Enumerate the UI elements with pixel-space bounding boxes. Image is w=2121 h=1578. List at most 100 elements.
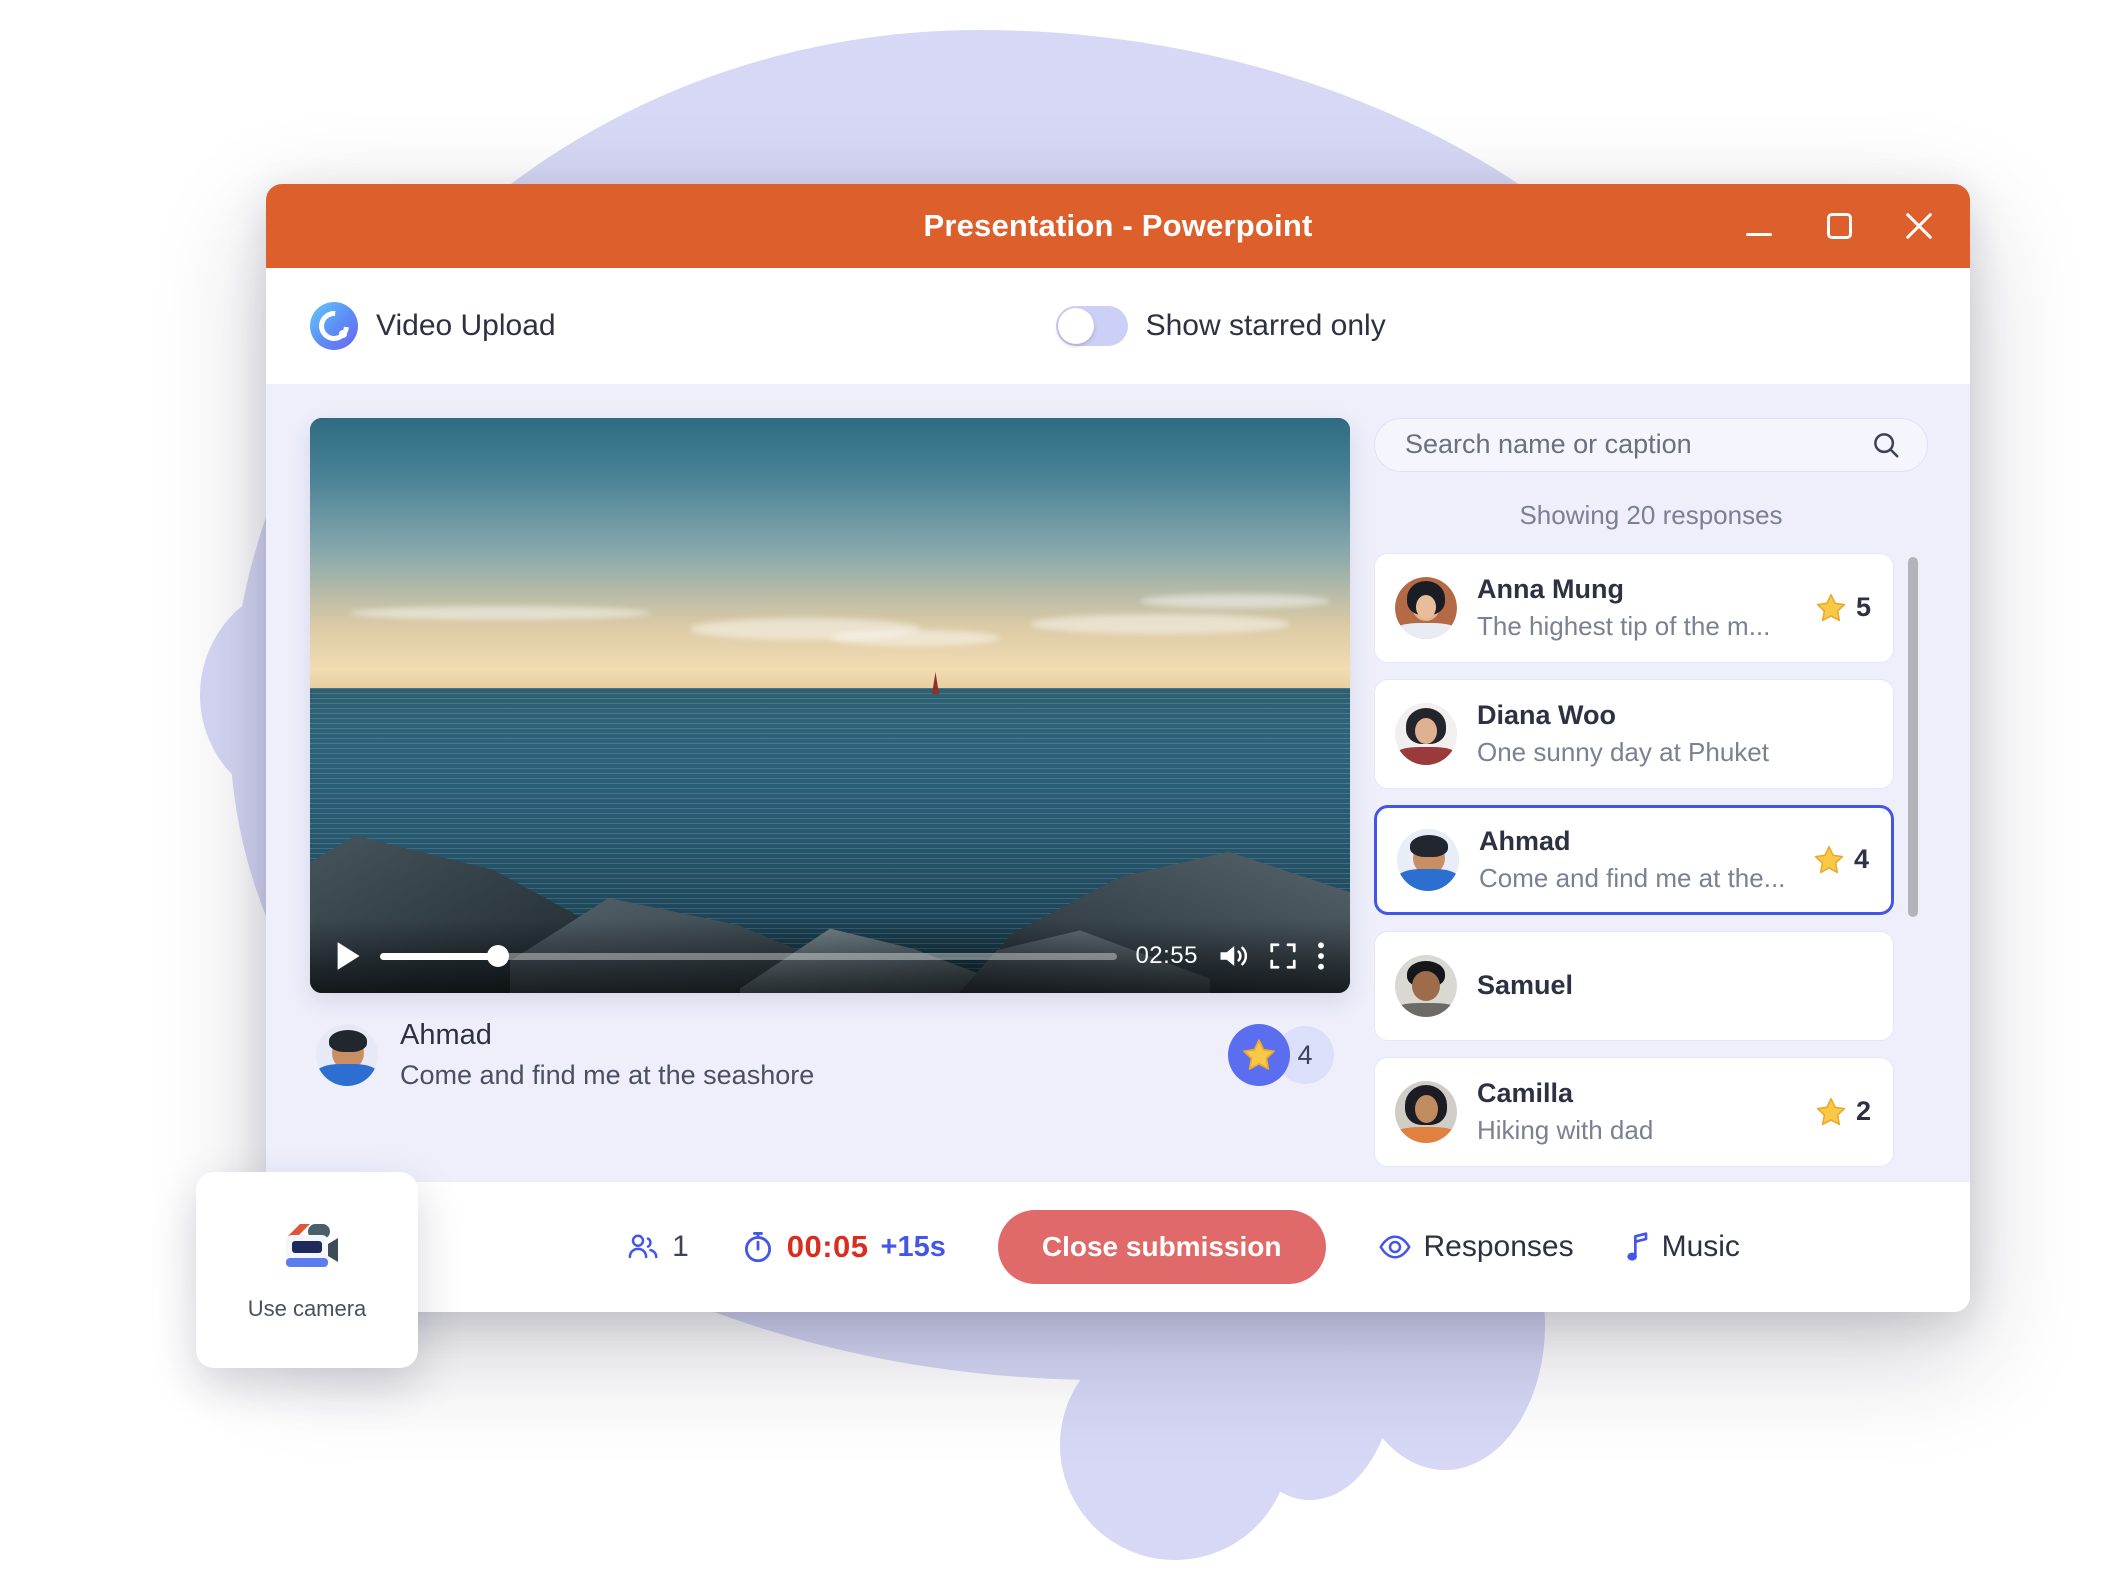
- progress-filled: [380, 952, 498, 960]
- list-item-name: Diana Woo: [1477, 699, 1617, 730]
- list-item-star-count: 2: [1855, 1096, 1871, 1127]
- use-camera-card[interactable]: Use camera: [196, 1172, 418, 1368]
- list-item[interactable]: Anna Mung The highest tip of the m... 5: [1374, 552, 1894, 663]
- search-box[interactable]: [1374, 418, 1928, 472]
- star-icon: [1816, 593, 1846, 621]
- show-starred-control[interactable]: Show starred only: [1055, 306, 1386, 346]
- close-button[interactable]: [1896, 203, 1942, 249]
- list-item-text: Ahmad Come and find me at the...: [1479, 826, 1792, 894]
- list-item[interactable]: Diana Woo One sunny day at Phuket: [1374, 678, 1894, 789]
- window-title: Presentation - Powerpoint: [923, 208, 1313, 243]
- maximize-button[interactable]: [1816, 203, 1862, 249]
- volume-icon: [1220, 946, 1248, 966]
- music-label: Music: [1661, 1230, 1740, 1263]
- timer-value: 00:05: [786, 1229, 869, 1264]
- avatar: [1395, 1080, 1457, 1143]
- volume-button[interactable]: [1216, 941, 1250, 971]
- close-submission-button[interactable]: Close submission: [997, 1210, 1326, 1284]
- responses-list: Anna Mung The highest tip of the m... 5: [1374, 552, 1928, 1182]
- caption-author-name: Ahmad: [400, 1019, 492, 1051]
- video-column: 02:55 Ahmad Come and find me at the seas…: [310, 418, 1350, 1182]
- classpoint-logo-icon: [310, 302, 358, 350]
- star-button[interactable]: [1228, 1024, 1290, 1086]
- responses-button[interactable]: Responses: [1378, 1230, 1574, 1264]
- list-item-name: Samuel: [1477, 970, 1574, 1001]
- maximize-icon: [1826, 213, 1852, 239]
- search-icon[interactable]: [1871, 430, 1901, 460]
- brand: Video Upload: [310, 302, 556, 350]
- activity-title: Video Upload: [376, 309, 556, 342]
- timer-extra[interactable]: +15s: [881, 1231, 946, 1264]
- list-item-caption: One sunny day at Phuket: [1477, 736, 1769, 767]
- cloud: [1140, 594, 1330, 608]
- music-button[interactable]: Music: [1626, 1230, 1740, 1264]
- close-icon: [1906, 213, 1932, 239]
- bottom-toolbar: 1 00:05 +15s Close submission Responses …: [266, 1182, 1970, 1312]
- music-note-icon: [1626, 1232, 1647, 1261]
- app-screenshot: Presentation - Powerpoint Video Upload S…: [0, 0, 2121, 1578]
- list-item-text: Anna Mung The highest tip of the m...: [1477, 574, 1794, 642]
- show-starred-toggle[interactable]: [1055, 306, 1128, 346]
- people-icon: [628, 1234, 658, 1259]
- window-controls: [1736, 184, 1942, 268]
- list-item-text: Diana Woo One sunny day at Phuket: [1477, 700, 1871, 768]
- list-item-stars: 4: [1812, 843, 1869, 877]
- responses-label: Responses: [1423, 1230, 1574, 1263]
- play-icon: [337, 942, 360, 970]
- star-icon: [1243, 1039, 1275, 1070]
- title-bar: Presentation - Powerpoint: [266, 184, 1970, 268]
- eye-icon: [1378, 1235, 1411, 1259]
- avatar-face: [1395, 1080, 1457, 1143]
- logo-dot: [339, 330, 347, 338]
- avatar-face: [316, 1024, 378, 1086]
- avatar: [1395, 702, 1457, 765]
- cloud: [350, 606, 650, 620]
- avatar-face: [1395, 702, 1457, 765]
- timer-indicator[interactable]: 00:05 +15s: [741, 1229, 946, 1265]
- scrollbar-thumb[interactable]: [1908, 556, 1918, 917]
- cloud: [830, 630, 1000, 646]
- avatar: [1395, 576, 1457, 639]
- list-item[interactable]: Camilla Hiking with dad 2: [1374, 1056, 1894, 1167]
- stopwatch-icon: [744, 1231, 771, 1263]
- list-item-caption: Hiking with dad: [1477, 1114, 1654, 1145]
- use-camera-label: Use camera: [247, 1296, 367, 1321]
- more-options-button[interactable]: [1316, 940, 1326, 972]
- progress-thumb[interactable]: [486, 945, 509, 967]
- logo-ring: [312, 304, 356, 348]
- app-body: 02:55 Ahmad Come and find me at the seas…: [266, 384, 1970, 1182]
- more-vertical-icon: [1318, 942, 1324, 970]
- caption-body: Come and find me at the seashore: [400, 1060, 815, 1090]
- participants-indicator[interactable]: 1: [626, 1230, 689, 1264]
- list-item-caption: The highest tip of the m...: [1477, 610, 1771, 641]
- avatar: [1395, 954, 1457, 1017]
- video-progress-bar[interactable]: [380, 945, 1118, 967]
- responses-panel: Showing 20 responses: [1374, 418, 1936, 1182]
- showing-count: Showing 20 responses: [1519, 499, 1783, 530]
- application-window: Presentation - Powerpoint Video Upload S…: [266, 184, 1970, 1312]
- list-item-stars: 2: [1814, 1095, 1871, 1129]
- cloud: [1030, 614, 1290, 634]
- video-player[interactable]: 02:55: [310, 418, 1350, 993]
- avatar-face: [1397, 828, 1459, 891]
- list-item-text: Camilla Hiking with dad: [1477, 1078, 1794, 1146]
- video-time: 02:55: [1135, 942, 1198, 969]
- participants-count: 1: [672, 1230, 689, 1263]
- list-item[interactable]: Ahmad Come and find me at the... 4: [1374, 804, 1894, 915]
- video-caption-row: Ahmad Come and find me at the seashore 4: [310, 993, 1350, 1091]
- responses-scrollbar[interactable]: [1908, 556, 1918, 1178]
- search-input[interactable]: [1405, 429, 1859, 461]
- list-item-star-count: 5: [1855, 592, 1871, 623]
- star-badge-group: 4: [1228, 1024, 1334, 1086]
- video-sky: [310, 418, 1350, 689]
- minimize-icon: [1746, 232, 1772, 236]
- fullscreen-button[interactable]: [1268, 941, 1298, 971]
- list-item-name: Ahmad: [1479, 825, 1571, 856]
- toolbar-items: 1 00:05 +15s Close submission Responses …: [626, 1210, 1740, 1284]
- list-item-stars: 5: [1814, 591, 1871, 625]
- play-button[interactable]: [334, 941, 362, 971]
- minimize-button[interactable]: [1736, 203, 1782, 249]
- list-item[interactable]: Samuel: [1374, 930, 1894, 1041]
- avatar-face: [1395, 954, 1457, 1017]
- video-camera-icon: [286, 1224, 338, 1267]
